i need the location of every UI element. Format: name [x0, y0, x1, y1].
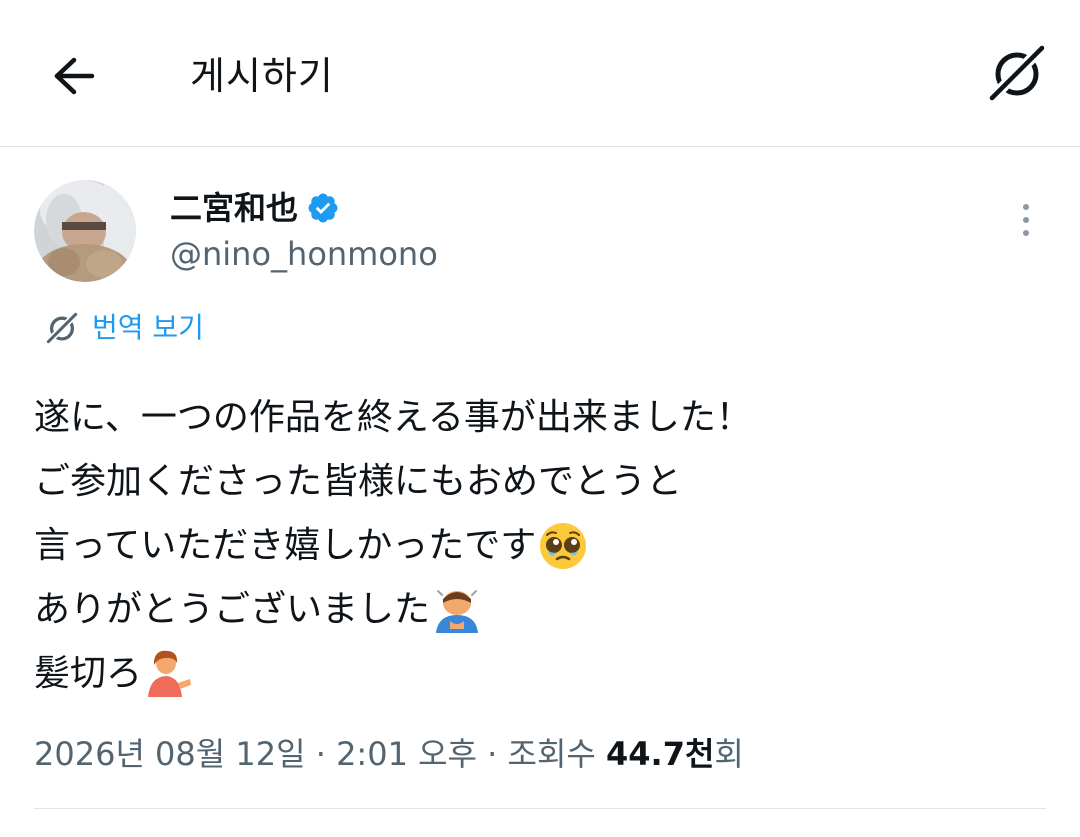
post-text-line: 遂に、一つの作品を終える事が出来ました！	[34, 386, 1044, 450]
person-bowing-icon	[436, 590, 479, 633]
more-options-button[interactable]	[1008, 198, 1044, 242]
translate-link[interactable]: 번역 보기	[44, 306, 204, 350]
avatar[interactable]	[34, 180, 136, 282]
post-meta: 2026년 08월 12일 · 2:01 오후 · 조회수 44.7천회	[34, 726, 744, 782]
pleading-face-icon	[540, 523, 587, 569]
post-text-line: 言っていただき嬉しかったです	[34, 514, 1044, 578]
post-text-line: ご参加くださった皆様にもおめでとうと	[34, 450, 1044, 514]
views-suffix: 회	[714, 735, 744, 773]
post-text: 遂に、一つの作品を終える事が出来ました！ ご参加くださった皆様にもおめでとうと …	[34, 386, 1044, 706]
avatar-image	[34, 180, 136, 282]
more-dot-icon	[1023, 204, 1029, 210]
views-count[interactable]: 44.7천	[606, 735, 714, 773]
more-dot-icon	[1023, 230, 1029, 236]
back-button[interactable]	[46, 48, 102, 104]
arrow-left-icon	[54, 57, 95, 95]
person-tipping-hand-icon	[148, 650, 192, 697]
meta-separator: ·	[315, 735, 326, 773]
header-divider	[0, 146, 1080, 147]
more-dot-icon	[1023, 217, 1029, 223]
post-date[interactable]: 2026년 08월 12일	[34, 735, 306, 773]
post-text-line-content: 言っていただき嬉しかったです	[34, 525, 537, 566]
top-bar: 게시하기	[0, 0, 1080, 146]
post-text-line: 髪切ろ	[34, 642, 1044, 706]
page-title: 게시하기	[190, 54, 334, 98]
translate-label: 번역 보기	[92, 311, 204, 344]
author-handle[interactable]: @nino_honmono	[170, 232, 438, 276]
post-text-line-content: ありがとうございました	[34, 589, 431, 630]
meta-separator: ·	[487, 735, 498, 773]
verified-badge-icon	[308, 193, 338, 223]
views-label: 조회수	[507, 735, 596, 773]
post-time[interactable]: 2:01 오후	[336, 735, 477, 773]
post-divider	[34, 808, 1046, 809]
grok-icon	[984, 40, 1050, 106]
author-name-row[interactable]: 二宮和也	[170, 186, 340, 230]
grok-translate-icon	[44, 310, 80, 346]
post-text-line-content: ご参加くださった皆様にもおめでとうと	[34, 461, 683, 502]
post-text-line-content: 髪切ろ	[34, 653, 143, 694]
post-text-line-content: 遂に、一つの作品を終える事が出来ました！	[34, 397, 752, 438]
author-name: 二宮和也	[170, 189, 299, 227]
grok-button[interactable]	[984, 40, 1050, 106]
post-text-line: ありがとうございました	[34, 578, 1044, 642]
